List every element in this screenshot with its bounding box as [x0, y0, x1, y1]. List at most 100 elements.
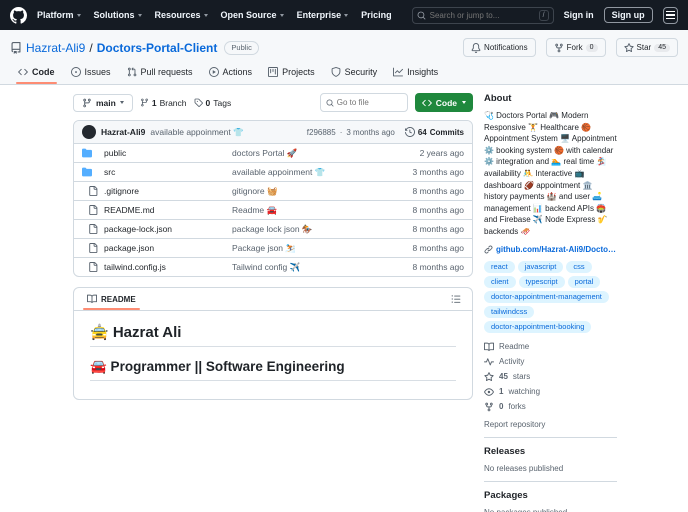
file-name-link[interactable]: package-lock.json: [104, 224, 172, 234]
nav-item-solutions[interactable]: Solutions: [94, 10, 142, 20]
row-commit-message-link[interactable]: Readme 🚘: [232, 205, 402, 216]
nav-item-enterprise[interactable]: Enterprise: [297, 10, 349, 20]
row-commit-message-link[interactable]: package lock json 🏇: [232, 224, 402, 235]
table-row[interactable]: package-lock.json package lock json 🏇 8 …: [74, 219, 472, 238]
file-name-link[interactable]: tailwind.config.js: [104, 262, 166, 272]
tab-readme[interactable]: README: [83, 288, 140, 310]
repo-name-link[interactable]: Doctors-Portal-Client: [97, 41, 218, 55]
readme-panel: README 🚖 Hazrat Ali 🚘 Programmer || Soft…: [73, 287, 473, 400]
topics-list: react javascript css client typescript p…: [484, 260, 617, 333]
search-icon: [326, 99, 334, 107]
about-website-link[interactable]: github.com/Hazrat-Ali9/Doctors-Porta…: [496, 245, 617, 254]
visibility-badge: Public: [224, 40, 259, 55]
about-title: About: [484, 93, 512, 104]
repo-separator: /: [89, 40, 93, 55]
dot-separator: ·: [339, 127, 343, 137]
file-age: 8 months ago: [412, 262, 464, 272]
row-commit-message-link[interactable]: doctors Portal 🚀: [232, 148, 402, 159]
chevron-down-icon: [462, 101, 466, 104]
repo-owner-link[interactable]: Hazrat-Ali9: [26, 41, 85, 55]
file-age: 8 months ago: [412, 243, 464, 253]
github-logo-icon[interactable]: [10, 6, 27, 24]
file-name-link[interactable]: src: [104, 167, 115, 177]
file-icon: [88, 205, 98, 215]
file-icon: [88, 243, 98, 253]
slash-key-hint: /: [538, 9, 549, 21]
go-to-file-input[interactable]: [336, 98, 402, 107]
search-input[interactable]: [429, 10, 535, 20]
topic-tag[interactable]: javascript: [517, 260, 564, 273]
notifications-button[interactable]: Notifications: [463, 38, 536, 57]
topic-tag[interactable]: react: [484, 260, 515, 273]
file-age: 8 months ago: [412, 205, 464, 215]
commit-time: 3 months ago: [346, 127, 395, 137]
search-icon: [417, 11, 426, 20]
commit-hash-link[interactable]: f296885: [307, 128, 336, 137]
tab-issues[interactable]: Issues: [65, 61, 117, 84]
readme-link[interactable]: Readme: [484, 342, 617, 352]
file-name-link[interactable]: package.json: [104, 243, 154, 253]
table-row[interactable]: src available appoinment 👕 3 months ago: [74, 162, 472, 181]
code-download-button[interactable]: Code: [414, 93, 473, 112]
file-name-link[interactable]: README.md: [104, 205, 155, 215]
topic-tag[interactable]: css: [566, 260, 592, 273]
tags-link[interactable]: 0 Tags: [194, 98, 231, 108]
table-row[interactable]: README.md Readme 🚘 8 months ago: [74, 200, 472, 219]
row-commit-message-link[interactable]: gitignore 🧺: [232, 186, 402, 197]
global-search[interactable]: /: [411, 6, 554, 24]
outline-icon[interactable]: [449, 292, 463, 306]
table-row[interactable]: public doctors Portal 🚀 2 years ago: [74, 143, 472, 162]
forks-link[interactable]: 0 forks: [484, 402, 617, 412]
topic-tag[interactable]: client: [484, 275, 516, 288]
table-row[interactable]: .gitignore gitignore 🧺 8 months ago: [74, 181, 472, 200]
hamburger-menu-icon[interactable]: [662, 6, 678, 24]
stars-link[interactable]: 45 stars: [484, 371, 617, 382]
activity-link[interactable]: Activity: [484, 357, 617, 367]
packages-title[interactable]: Packages: [484, 490, 617, 501]
branch-selector[interactable]: main: [73, 93, 133, 112]
tab-security[interactable]: Security: [325, 61, 384, 84]
commit-history-link[interactable]: 64 Commits: [404, 127, 464, 137]
readme-heading-1: 🚖 Hazrat Ali: [90, 323, 456, 347]
topic-tag[interactable]: tailwindcss: [484, 305, 535, 318]
tab-actions[interactable]: Actions: [203, 61, 259, 84]
star-button[interactable]: Star 45: [615, 38, 678, 57]
tab-code[interactable]: Code: [12, 61, 61, 84]
nav-item-open-source[interactable]: Open Source: [221, 10, 284, 20]
tab-projects[interactable]: Projects: [262, 61, 321, 84]
file-age: 8 months ago: [412, 186, 464, 196]
tab-pull-requests[interactable]: Pull requests: [121, 61, 199, 84]
nav-item-resources[interactable]: Resources: [155, 10, 208, 20]
table-row[interactable]: package.json Package json ⛷️ 8 months ag…: [74, 238, 472, 257]
commit-message-link[interactable]: available appoinment 👕: [150, 127, 301, 138]
repo-header: Hazrat-Ali9 / Doctors-Portal-Client Publ…: [0, 30, 688, 85]
tab-insights[interactable]: Insights: [387, 61, 444, 84]
topic-tag[interactable]: doctor-appointment-management: [484, 290, 609, 303]
sign-in-link[interactable]: Sign in: [564, 10, 594, 20]
topic-tag[interactable]: doctor-appointment-booking: [484, 320, 592, 333]
sign-up-button[interactable]: Sign up: [603, 7, 653, 23]
nav-item-platform[interactable]: Platform: [37, 10, 81, 20]
file-name-link[interactable]: .gitignore: [104, 186, 139, 196]
report-repository-link[interactable]: Report repository: [484, 420, 545, 429]
file-age: 2 years ago: [419, 148, 464, 158]
row-commit-message-link[interactable]: Tailwind config ✈️: [232, 262, 402, 273]
file-name-link[interactable]: public: [104, 148, 126, 158]
nav-item-pricing[interactable]: Pricing: [361, 10, 392, 20]
topic-tag[interactable]: typescript: [518, 275, 565, 288]
row-commit-message-link[interactable]: Package json ⛷️: [232, 243, 402, 254]
row-commit-message-link[interactable]: available appoinment 👕: [232, 167, 402, 178]
avatar[interactable]: [82, 125, 96, 139]
table-row[interactable]: tailwind.config.js Tailwind config ✈️ 8 …: [74, 257, 472, 276]
releases-title[interactable]: Releases: [484, 446, 617, 457]
go-to-file-search[interactable]: [319, 93, 408, 112]
fork-button[interactable]: Fork 0: [545, 38, 606, 57]
file-age: 8 months ago: [412, 224, 464, 234]
branches-link[interactable]: 1 Branch: [140, 98, 187, 108]
main-content: main 1Branch 0Tags Code: [0, 85, 688, 512]
topic-tag[interactable]: portal: [567, 275, 601, 288]
watching-link[interactable]: 1 watching: [484, 387, 617, 397]
readme-content: 🚖 Hazrat Ali 🚘 Programmer || Software En…: [74, 311, 472, 399]
packages-section: Packages No packages published: [484, 490, 617, 512]
commit-author-link[interactable]: Hazrat-Ali9: [101, 127, 145, 137]
